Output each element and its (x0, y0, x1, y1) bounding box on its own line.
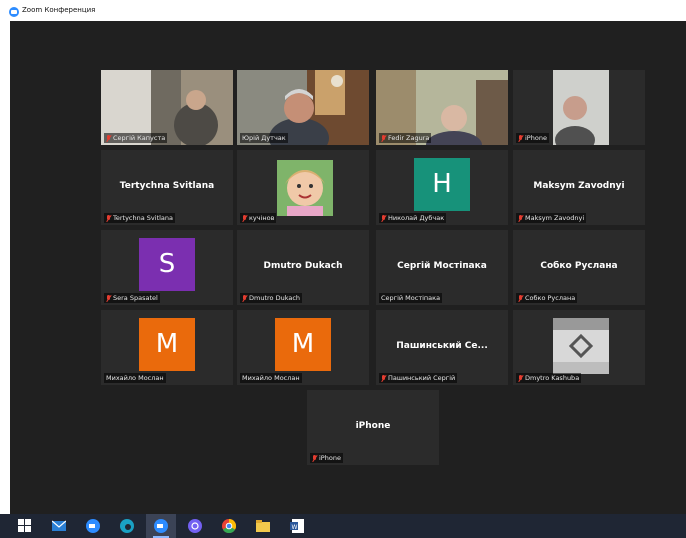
participant-name-label: Собко Руслана (516, 293, 578, 303)
participant-name-label: iPhone (310, 453, 343, 463)
participant-tile[interactable]: M Михайло Мослан (237, 310, 369, 385)
windows-start-icon[interactable] (10, 514, 40, 538)
participant-display-name: Dmutro Dukach (263, 261, 343, 271)
participant-display-name: Maksym Zavodnyi (533, 181, 625, 191)
file-explorer-icon[interactable] (248, 514, 278, 538)
participant-tile[interactable]: Сергій Мостіпака Сергій Мостіпака (376, 230, 508, 305)
participant-name-label: Dmutro Dukach (240, 293, 303, 303)
participant-name-label: Николай Дубчак (379, 213, 447, 223)
mic-muted-icon (242, 294, 247, 302)
mic-muted-icon (106, 214, 111, 222)
participant-avatar: M (139, 318, 195, 371)
participant-name-label: Tertychna Svitlana (104, 213, 176, 223)
window-title: Zoom Конференция (22, 6, 96, 14)
mic-muted-icon (381, 134, 386, 142)
participant-name-label: Sera Spasatel (104, 293, 160, 303)
participant-display-name: iPhone (355, 421, 391, 431)
participant-name-label: Сергій Капуста (104, 133, 168, 143)
participant-display-name: Собко Руслана (540, 261, 618, 271)
participant-tile[interactable]: iPhone iPhone (307, 390, 439, 465)
participant-tile[interactable]: Tertychna Svitlana Tertychna Svitlana (101, 150, 233, 225)
mic-muted-icon (518, 294, 523, 302)
svg-text:W: W (292, 524, 298, 531)
participant-name-label: Maksym Zavodnyi (516, 213, 587, 223)
mic-muted-icon (106, 134, 111, 142)
mic-muted-icon (242, 214, 247, 222)
participant-name-label: Пашинський Сергій (379, 373, 458, 383)
participant-tile-active-speaker[interactable]: Юрій Дутчак (237, 70, 369, 145)
participant-tile[interactable]: Сергій Капуста (101, 70, 233, 145)
participant-name-label: iPhone (516, 133, 549, 143)
participant-name-label: кучінов (240, 213, 277, 223)
participant-tile[interactable]: Dmutro Dukach Dmutro Dukach (237, 230, 369, 305)
title-bar: Zoom Конференция (0, 0, 686, 21)
zoom-meetings-icon[interactable] (78, 514, 108, 538)
participant-profile-photo (553, 318, 609, 374)
zoom-logo-icon (9, 7, 19, 17)
mic-muted-icon (381, 214, 386, 222)
mic-muted-icon (106, 294, 111, 302)
participant-tile[interactable]: M Михайло Мослан (101, 310, 233, 385)
participant-tile[interactable]: Maksym Zavodnyi Maksym Zavodnyi (513, 150, 645, 225)
chrome-icon[interactable] (214, 514, 244, 538)
participant-profile-photo (277, 160, 333, 216)
mic-muted-icon (518, 214, 523, 222)
viber-icon[interactable] (180, 514, 210, 538)
participant-tile[interactable]: Dmytro Kashuba (513, 310, 645, 385)
taskbar: W (0, 514, 686, 538)
participant-display-name: Tertychna Svitlana (119, 181, 215, 191)
mic-muted-icon (312, 454, 317, 462)
participant-name-label: Юрій Дутчак (240, 133, 288, 143)
participant-name-label: Сергій Мостіпака (379, 293, 443, 303)
participant-tile[interactable]: S Sera Spasatel (101, 230, 233, 305)
participant-tile[interactable]: Fedir Zagura (376, 70, 508, 145)
participant-tile[interactable]: H Николай Дубчак (376, 150, 508, 225)
participant-tile[interactable]: Пашинський Се... Пашинський Сергій (376, 310, 508, 385)
participant-display-name: Сергій Мостіпака (397, 261, 487, 271)
video-gallery: Сергій Капуста Юрій Дутчак Fedir Zagura … (10, 21, 686, 514)
participant-tile[interactable]: Собко Руслана Собко Руслана (513, 230, 645, 305)
participant-avatar: M (275, 318, 331, 371)
participant-display-name: Пашинський Се... (396, 341, 488, 351)
participant-tile[interactable]: iPhone (513, 70, 645, 145)
edge-browser-icon[interactable] (112, 514, 142, 538)
participant-name-label: Михайло Мослан (240, 373, 302, 383)
zoom-active-icon[interactable] (146, 514, 176, 538)
mic-muted-icon (518, 134, 523, 142)
mic-muted-icon (518, 374, 523, 382)
participant-name-label: Dmytro Kashuba (516, 373, 582, 383)
mic-muted-icon (381, 374, 386, 382)
participant-avatar: H (414, 158, 470, 211)
participant-name-label: Fedir Zagura (379, 133, 432, 143)
mail-icon[interactable] (44, 514, 74, 538)
word-icon[interactable]: W (282, 514, 312, 538)
participant-tile[interactable]: кучінов (237, 150, 369, 225)
participant-avatar: S (139, 238, 195, 291)
participant-name-label: Михайло Мослан (104, 373, 166, 383)
